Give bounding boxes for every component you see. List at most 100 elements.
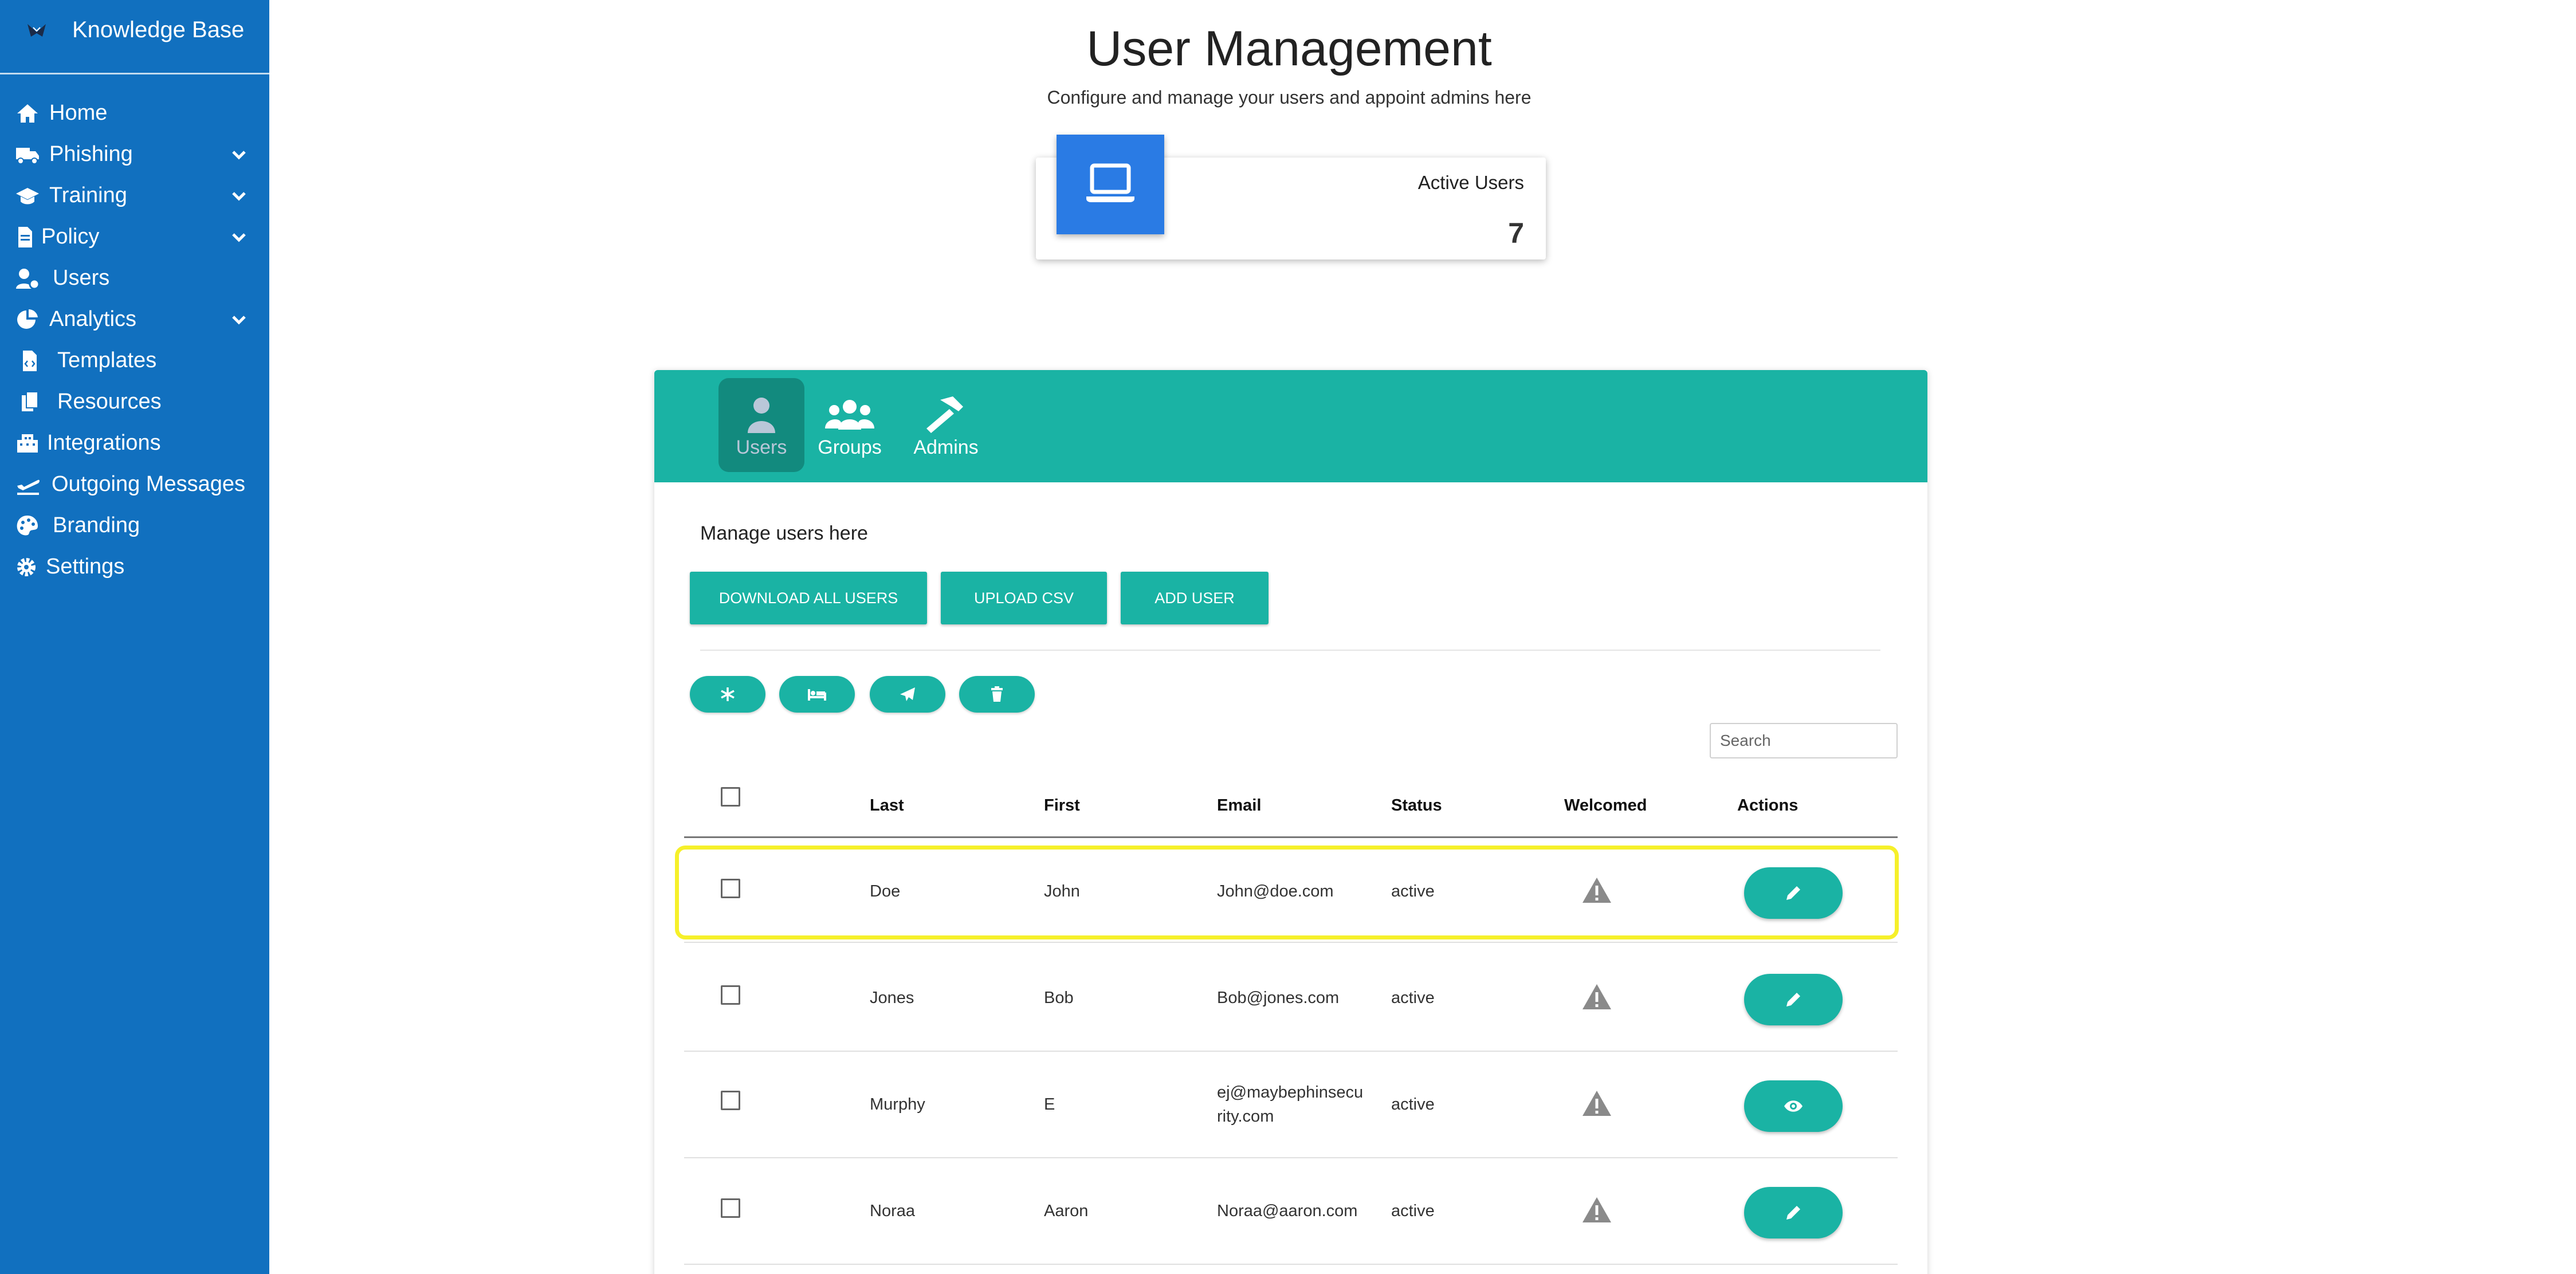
brand[interactable]: Knowledge Base [0, 0, 269, 74]
sidebar-item-home[interactable]: Home [0, 93, 269, 134]
sidebar-item-label: Policy [41, 225, 100, 249]
tab-label: Users [736, 437, 787, 458]
sidebar-item-phishing[interactable]: Phishing [0, 134, 269, 175]
truck-icon [16, 148, 39, 164]
cell-email-line: ej@maybephinsecu [1217, 1083, 1364, 1102]
tab-admins[interactable]: Admins [903, 378, 989, 472]
manage-users-text: Manage users here [700, 522, 868, 544]
cell-status: active [1391, 882, 1435, 901]
sidebar-item-training[interactable]: Training [0, 175, 269, 217]
cell-first: Bob [1044, 989, 1074, 1007]
row-divider [684, 942, 1898, 943]
sidebar-item-label: Users [53, 266, 110, 290]
column-header-actions: Actions [1737, 796, 1799, 815]
document-icon [18, 227, 32, 247]
cell-last: Doe [870, 882, 901, 901]
row-checkbox[interactable] [721, 985, 740, 1005]
row-divider [684, 1264, 1898, 1265]
palette-icon [17, 516, 38, 536]
cell-status: active [1391, 1202, 1435, 1220]
building-icon [17, 434, 38, 453]
sidebar-item-outgoing-messages[interactable]: Outgoing Messages [0, 464, 269, 505]
home-icon [17, 104, 38, 123]
copy-icon [22, 391, 38, 411]
upload-csv-button[interactable]: UPLOAD CSV [941, 572, 1107, 624]
search-input[interactable] [1710, 723, 1898, 758]
cell-first: E [1044, 1095, 1055, 1114]
row-checkbox[interactable] [721, 879, 740, 898]
active-users-label: Active Users [1417, 172, 1524, 193]
pie-chart-icon [17, 309, 38, 329]
pencil-icon [1786, 886, 1800, 900]
sidebar-item-users[interactable]: Users [0, 258, 269, 299]
column-header-email[interactable]: Email [1217, 796, 1261, 815]
row-divider [684, 1051, 1898, 1052]
cell-status: active [1391, 989, 1435, 1007]
eye-icon [1784, 1100, 1803, 1112]
select-all-checkbox[interactable] [721, 787, 740, 807]
download-all-users-button[interactable]: DOWNLOAD ALL USERS [690, 572, 927, 624]
sleep-users-button[interactable] [779, 676, 855, 713]
sidebar-item-analytics[interactable]: Analytics [0, 299, 269, 340]
view-user-button[interactable] [1744, 1080, 1843, 1132]
edit-user-button[interactable] [1744, 974, 1843, 1025]
sidebar-item-label: Settings [46, 555, 125, 579]
send-welcome-button[interactable] [870, 676, 945, 713]
sidebar-item-label: Resources [57, 390, 162, 414]
cell-email: John@doe.com [1217, 882, 1334, 901]
column-header-status[interactable]: Status [1391, 796, 1442, 815]
chevron-down-icon [232, 192, 246, 201]
warning-icon [1582, 878, 1611, 903]
warning-icon [1582, 1197, 1611, 1222]
sidebar-item-label: Branding [53, 513, 140, 537]
cell-last: Jones [870, 989, 914, 1007]
laptop-icon [1086, 163, 1134, 202]
sidebar-item-label: Integrations [47, 431, 161, 455]
sidebar-item-templates[interactable]: Templates [0, 340, 269, 382]
cell-email-line: rity.com [1217, 1107, 1274, 1126]
edit-user-button[interactable] [1744, 1187, 1843, 1238]
sidebar-item-resources[interactable]: Resources [0, 382, 269, 423]
row-checkbox[interactable] [721, 1198, 740, 1218]
edit-user-button[interactable] [1744, 867, 1843, 919]
tab-users[interactable]: Users [718, 378, 804, 472]
divider [700, 650, 1880, 651]
sidebar-item-label: Training [49, 183, 127, 207]
add-user-button[interactable]: ADD USER [1121, 572, 1269, 624]
user-management-panel [654, 370, 1927, 1274]
tab-label: Groups [818, 437, 882, 458]
cell-email: ej@maybephinsecu rity.com [1217, 1080, 1366, 1128]
column-header-first[interactable]: First [1044, 796, 1080, 815]
code-file-icon [23, 351, 37, 371]
sidebar-item-label: Templates [57, 348, 157, 372]
logo-icon [28, 24, 46, 37]
cell-first: Aaron [1044, 1202, 1089, 1220]
chevron-down-icon [232, 316, 246, 325]
pencil-icon [1786, 993, 1800, 1006]
sidebar-item-integrations[interactable]: Integrations [0, 423, 269, 464]
bed-icon [808, 689, 826, 701]
cell-email: Noraa@aaron.com [1217, 1202, 1358, 1220]
user-icon [748, 398, 775, 433]
column-header-last[interactable]: Last [870, 796, 904, 815]
page-title: User Management [1086, 21, 1492, 76]
cell-last: Murphy [870, 1095, 925, 1114]
sidebar-item-policy[interactable]: Policy [0, 217, 269, 258]
users-icon [825, 400, 874, 430]
column-header-welcomed[interactable]: Welcomed [1564, 796, 1647, 815]
trash-icon [991, 686, 1003, 702]
tab-groups[interactable]: Groups [807, 378, 893, 472]
app-title: Knowledge Base [72, 17, 245, 42]
freeze-users-button[interactable] [690, 676, 765, 713]
row-checkbox[interactable] [721, 1091, 740, 1110]
paper-plane-icon [900, 687, 915, 701]
user-gear-icon [16, 269, 40, 290]
delete-users-button[interactable] [959, 676, 1035, 713]
stat-icon-box [1057, 135, 1164, 234]
sidebar-item-settings[interactable]: Settings [0, 546, 269, 588]
pencil-icon [1786, 1206, 1800, 1220]
chevron-down-icon [232, 151, 246, 160]
sidebar-item-branding[interactable]: Branding [0, 505, 269, 546]
sidebar-item-label: Analytics [49, 307, 137, 331]
warning-icon [1582, 984, 1611, 1009]
